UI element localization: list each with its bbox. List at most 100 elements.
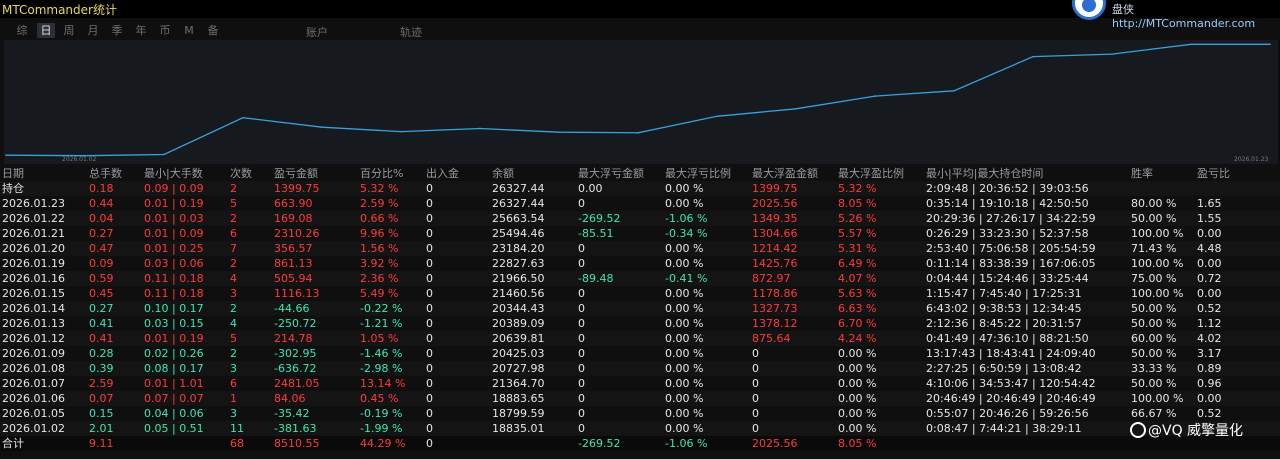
brand-name: 盘侠 [1112, 3, 1134, 16]
cell-col-13: 100.00 % [1131, 287, 1184, 300]
table-row[interactable]: 2026.01.15 0.45 0.11 | 0.18 3 1116.13 5.49 % 0… [0, 286, 1280, 301]
cell-col-10: 1214.42 [752, 242, 798, 255]
cell-col-4: 214.78 [274, 332, 313, 345]
table-row[interactable]: 2026.01.22 0.04 0.01 | 0.03 2 169.08 0.66 % 0 2… [0, 211, 1280, 226]
cell-col-4: -35.42 [274, 407, 310, 420]
cell-col-0: 2026.01.06 [2, 392, 65, 405]
cell-col-10: 最大浮盈金额 [752, 167, 818, 180]
cell-col-8: 0 [578, 422, 585, 435]
cell-col-13: 100.00 % [1131, 257, 1184, 270]
cell-col-3: 4 [230, 272, 237, 285]
cell-col-1: 0.59 [89, 272, 114, 285]
cell-col-5: 2.36 % [360, 272, 399, 285]
cell-col-10: 0 [752, 347, 759, 360]
tab-backup[interactable]: 备 [204, 23, 222, 38]
table-row[interactable]: 2026.01.02 2.01 0.05 | 0.51 11 -381.63 -1.99 … [0, 421, 1280, 436]
chart-point [716, 115, 718, 118]
table-row[interactable]: 2026.01.08 0.39 0.08 | 0.17 3 -636.72 -2.98 %… [0, 361, 1280, 376]
tab-currency[interactable]: 币 [156, 23, 174, 38]
tab-day[interactable]: 日 [37, 23, 55, 38]
cell-col-13: 50.00 % [1131, 317, 1177, 330]
cell-col-10: 2025.56 [752, 437, 798, 450]
cell-col-4: 84.06 [274, 392, 306, 405]
chart-point [242, 116, 244, 119]
chart-point [1190, 43, 1192, 46]
cell-col-12: 20:46:49 | 20:46:49 | 20:46:49 [926, 392, 1096, 405]
cell-col-1: 0.44 [89, 197, 114, 210]
cell-col-2: 0.01 | 0.19 [144, 197, 204, 210]
table-row[interactable]: 2026.01.23 0.44 0.01 | 0.19 5 663.90 2.59 % 0 2… [0, 196, 1280, 211]
cell-col-6: 0 [426, 272, 433, 285]
cell-col-0: 2026.01.22 [2, 212, 65, 225]
cell-col-0: 2026.01.13 [2, 317, 65, 330]
tab-week[interactable]: 周 [60, 23, 78, 38]
cell-col-0: 持仓 [2, 182, 24, 195]
tab-overview[interactable]: 综 [13, 23, 31, 38]
cell-col-12: 0:55:07 | 20:46:26 | 59:26:56 [926, 407, 1089, 420]
tab-quarter[interactable]: 季 [108, 23, 126, 38]
table-row[interactable]: 持仓 0.18 0.09 | 0.09 2 1399.75 5.32 % 0 26327.44… [0, 181, 1280, 196]
cell-col-13: 75.00 % [1131, 272, 1177, 285]
cell-col-2: 0.01 | 0.03 [144, 212, 204, 225]
table-row[interactable]: 2026.01.21 0.27 0.01 | 0.09 6 2310.26 9.96 % 0… [0, 226, 1280, 241]
cell-col-10: 1378.12 [752, 317, 798, 330]
cell-col-14: 0.89 [1197, 362, 1222, 375]
tab-year[interactable]: 年 [132, 23, 150, 38]
cell-col-6: 0 [426, 437, 433, 450]
cell-col-8: 0 [578, 287, 585, 300]
cell-col-14: 1.65 [1197, 197, 1222, 210]
tab-account[interactable]: 账户 [306, 24, 328, 40]
cell-col-11: 4.24 % [838, 332, 877, 345]
table-row[interactable]: 2026.01.07 2.59 0.01 | 1.01 6 2481.05 13.14 %… [0, 376, 1280, 391]
cell-col-4: 8510.55 [274, 437, 320, 450]
cell-col-10: 872.97 [752, 272, 791, 285]
cell-col-7: 20389.09 [492, 317, 545, 330]
table-total-row[interactable]: 合计 9.11 68 8510.55 44.29 % 0 -269.52 -1.06 % 202… [0, 436, 1280, 451]
table-row[interactable]: 2026.01.19 0.09 0.03 | 0.06 2 861.13 3.92 % 0 2… [0, 256, 1280, 271]
chart-point [953, 90, 955, 92]
cell-col-13: 100.00 % [1131, 392, 1184, 405]
cell-col-6: 0 [426, 377, 433, 390]
cell-col-7: 18835.01 [492, 422, 545, 435]
cell-col-10: 0 [752, 407, 759, 420]
cell-col-1: 0.04 [89, 212, 114, 225]
table-row[interactable]: 2026.01.14 0.27 0.10 | 0.17 2 -44.66 -0.22 % 0… [0, 301, 1280, 316]
cell-col-0: 2026.01.02 [2, 422, 65, 435]
table-row[interactable]: 2026.01.20 0.47 0.01 | 0.25 7 356.57 1.56 % 0 2… [0, 241, 1280, 256]
cell-col-0: 2026.01.15 [2, 287, 65, 300]
chart-point [163, 153, 165, 156]
table-row[interactable]: 2026.01.12 0.41 0.01 | 0.19 5 214.78 1.05 % 0 2… [0, 331, 1280, 346]
cell-col-3: 3 [230, 407, 237, 420]
cell-col-6: 0 [426, 257, 433, 270]
cell-col-8: 0 [578, 332, 585, 345]
cell-col-2: 0.07 | 0.07 [144, 392, 204, 405]
cell-col-13: 50.00 % [1131, 377, 1177, 390]
table-row[interactable]: 2026.01.09 0.28 0.02 | 0.26 2 -302.95 -1.46 %… [0, 346, 1280, 361]
cell-col-3: 1 [230, 392, 237, 405]
chart-point [1032, 55, 1034, 58]
cell-col-7: 20639.81 [492, 332, 545, 345]
cell-col-6: 0 [426, 317, 433, 330]
cell-col-3: 2 [230, 347, 237, 360]
table-row[interactable]: 2026.01.13 0.41 0.03 | 0.15 4 -250.72 -1.21 %… [0, 316, 1280, 331]
cell-col-8: -269.52 [578, 212, 621, 225]
cell-col-9: 0.00 % [665, 422, 704, 435]
tab-month[interactable]: 月 [84, 23, 102, 38]
cell-col-13: 50.00 % [1131, 302, 1177, 315]
table-header[interactable]: 日期 总手数 最小|大手数 次数 盈亏金额 百分比% 出入金 余额 最大浮亏金额 最大浮亏比例 最大… [0, 166, 1280, 181]
chart-point [5, 154, 7, 156]
table-row[interactable]: 2026.01.06 0.07 0.07 | 0.07 1 84.06 0.45 % 0 18… [0, 391, 1280, 406]
cell-col-11: 5.57 % [838, 227, 877, 240]
table-row[interactable]: 2026.01.05 0.15 0.04 | 0.06 3 -35.42 -0.19 % 0… [0, 406, 1280, 421]
tab-track[interactable]: 轨迹 [400, 24, 422, 40]
cell-col-2: 0.11 | 0.18 [144, 272, 204, 285]
tab-magic[interactable]: M [180, 23, 198, 38]
cell-col-4: 861.13 [274, 257, 313, 270]
cell-col-2: 0.03 | 0.06 [144, 257, 204, 270]
cell-col-14: 0.00 [1197, 287, 1222, 300]
cell-col-14: 0.52 [1197, 302, 1222, 315]
cell-col-11: 0.00 % [838, 362, 877, 375]
table-row[interactable]: 2026.01.16 0.59 0.11 | 0.18 4 505.94 2.36 % 0 2… [0, 271, 1280, 286]
cell-col-11: 6.63 % [838, 302, 877, 315]
cell-col-13: 50.00 % [1131, 347, 1177, 360]
